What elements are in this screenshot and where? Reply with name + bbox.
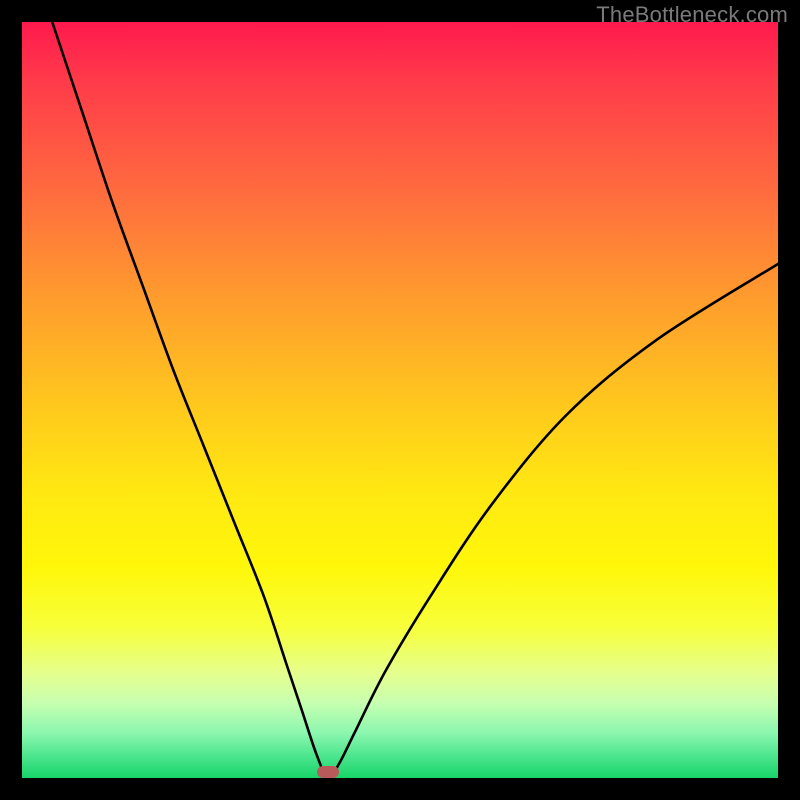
optimum-marker	[317, 766, 339, 778]
watermark-text: TheBottleneck.com	[596, 2, 788, 28]
bottleneck-curve	[22, 22, 778, 778]
chart-plot-area	[22, 22, 778, 778]
